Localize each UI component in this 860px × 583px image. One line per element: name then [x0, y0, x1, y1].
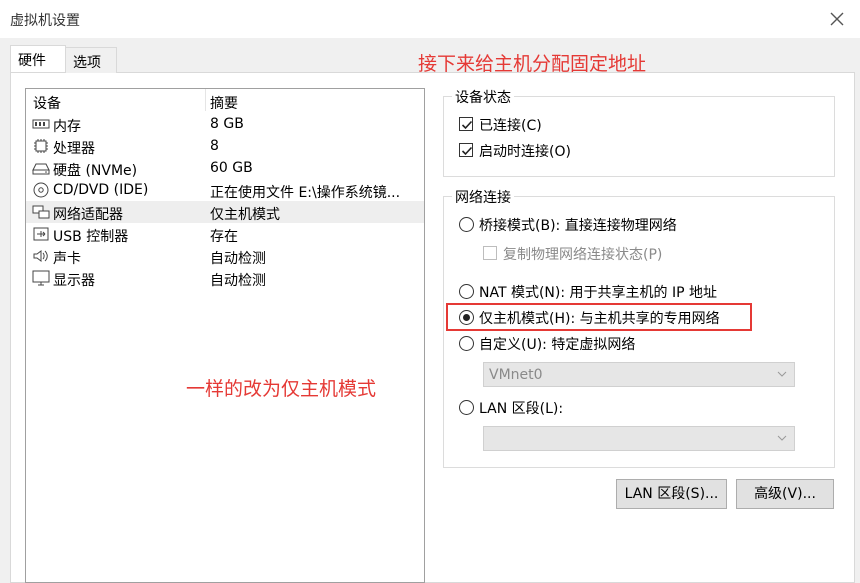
device-row-network-adapter[interactable]: 网络适配器 仅主机模式 [26, 201, 424, 223]
device-list-header: 设备 摘要 [26, 89, 424, 113]
radio-circle[interactable] [459, 217, 474, 232]
chevron-down-icon [776, 432, 788, 444]
tab-options[interactable]: 选项 [65, 47, 117, 73]
device-summary: 仅主机模式 [210, 207, 280, 223]
custom-label: 自定义(U): 特定虚拟网络 [479, 337, 636, 353]
column-summary[interactable]: 摘要 [210, 93, 238, 113]
device-status-legend: 设备状态 [452, 87, 514, 107]
device-name: 处理器 [53, 141, 95, 157]
lan-segment-label: LAN 区段(L): [479, 401, 564, 417]
sound-card-icon [32, 248, 50, 264]
device-name: 硬盘 (NVMe) [53, 163, 138, 179]
tab-options-label: 选项 [73, 55, 101, 71]
annotation-top: 接下来给主机分配固定地址 [418, 53, 647, 75]
device-name: 网络适配器 [53, 207, 123, 223]
device-list: 设备 摘要 内存 8 GB 处理器 8 硬盘 (NVMe) 60 GB CD/D… [25, 88, 425, 583]
device-summary: 存在 [210, 229, 238, 245]
hard-disk-icon [32, 160, 50, 176]
window-title: 虚拟机设置 [10, 13, 80, 29]
column-device[interactable]: 设备 [33, 93, 61, 113]
connect-at-power-on-label: 启动时连接(O) [479, 144, 571, 160]
annotation-middle: 一样的改为仅主机模式 [186, 378, 377, 400]
device-summary: 正在使用文件 E:\操作系统镜... [210, 185, 401, 201]
title-bar: 虚拟机设置 [0, 0, 860, 38]
lan-segment-radio[interactable]: LAN 区段(L): [459, 398, 659, 418]
chevron-down-icon [776, 368, 788, 380]
device-row-display[interactable]: 显示器 自动检测 [26, 267, 424, 289]
radio-circle[interactable] [459, 284, 474, 299]
bridged-radio[interactable]: 桥接模式(B): 直接连接物理网络 [459, 215, 739, 235]
device-name: 显示器 [53, 273, 95, 289]
advanced-button[interactable]: 高级(V)... [736, 479, 834, 509]
device-row-memory[interactable]: 内存 8 GB [26, 113, 424, 135]
device-name: USB 控制器 [53, 229, 129, 245]
checkbox-box[interactable] [459, 143, 473, 157]
device-summary: 60 GB [210, 160, 253, 176]
network-adapter-icon [32, 204, 50, 220]
tab-hardware-label: 硬件 [18, 53, 46, 69]
custom-network-select[interactable]: VMnet0 [483, 362, 795, 387]
device-row-sound-card[interactable]: 声卡 自动检测 [26, 245, 424, 267]
device-row-cd-dvd[interactable]: CD/DVD (IDE) 正在使用文件 E:\操作系统镜... [26, 179, 424, 201]
device-summary: 自动检测 [210, 273, 266, 289]
column-divider [205, 89, 206, 111]
device-summary: 8 GB [210, 116, 244, 132]
device-row-processor[interactable]: 处理器 8 [26, 135, 424, 157]
radio-circle[interactable] [459, 400, 474, 415]
display-icon [32, 270, 50, 286]
device-name: 声卡 [53, 251, 81, 267]
replicate-state-checkbox[interactable]: 复制物理网络连接状态(P) [483, 244, 723, 264]
device-summary: 8 [210, 138, 219, 154]
device-summary: 自动检测 [210, 251, 266, 267]
connected-label: 已连接(C) [479, 118, 542, 134]
memory-icon [32, 116, 50, 132]
nat-label: NAT 模式(N): 用于共享主机的 IP 地址 [479, 285, 717, 301]
checkbox-box[interactable] [459, 117, 473, 131]
device-status-group: 设备状态 [443, 87, 835, 177]
radio-circle[interactable] [459, 336, 474, 351]
device-row-usb[interactable]: USB 控制器 存在 [26, 223, 424, 245]
annotation-highlight-box [446, 303, 752, 331]
processor-icon [32, 138, 50, 154]
device-row-hard-disk[interactable]: 硬盘 (NVMe) 60 GB [26, 157, 424, 179]
cd-dvd-icon [32, 182, 50, 198]
device-name: 内存 [53, 119, 81, 135]
usb-icon [32, 226, 50, 242]
network-connection-legend: 网络连接 [452, 187, 514, 207]
connected-checkbox[interactable]: 已连接(C) [459, 115, 659, 135]
tab-hardware[interactable]: 硬件 [10, 45, 66, 72]
lan-segment-select[interactable] [483, 426, 795, 451]
replicate-state-label: 复制物理网络连接状态(P) [503, 247, 663, 263]
custom-network-value: VMnet0 [489, 367, 543, 383]
checkbox-box[interactable] [483, 246, 497, 260]
device-name: CD/DVD (IDE) [53, 182, 149, 198]
custom-radio[interactable]: 自定义(U): 特定虚拟网络 [459, 334, 659, 354]
bridged-label: 桥接模式(B): 直接连接物理网络 [479, 218, 677, 234]
close-icon[interactable] [824, 6, 850, 32]
nat-radio[interactable]: NAT 模式(N): 用于共享主机的 IP 地址 [459, 282, 749, 302]
connect-at-power-on-checkbox[interactable]: 启动时连接(O) [459, 141, 659, 161]
lan-segments-button[interactable]: LAN 区段(S)... [616, 479, 727, 509]
